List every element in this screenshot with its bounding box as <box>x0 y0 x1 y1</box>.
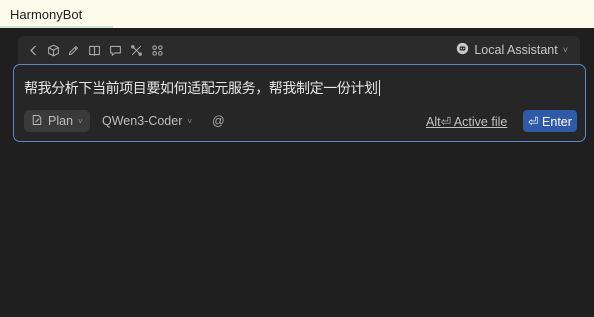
title-bar: HarmonyBot <box>0 0 594 28</box>
chevron-down-icon: ˅ <box>562 45 568 55</box>
grid-icon[interactable] <box>148 41 166 59</box>
window-tab[interactable]: HarmonyBot <box>0 0 113 28</box>
model-selector[interactable]: QWen3-Coder ˅ <box>102 110 192 132</box>
chevron-left-icon[interactable] <box>24 41 42 59</box>
plan-icon <box>31 114 43 129</box>
book-icon[interactable] <box>85 41 103 59</box>
mention-button[interactable]: @ <box>212 110 225 132</box>
prompt-input[interactable]: 帮我分析下当前项目要如何适配元服务，帮我制定一份计划 <box>24 78 575 98</box>
pencil-icon[interactable] <box>64 41 82 59</box>
assistant-label: Local Assistant <box>474 43 558 57</box>
mode-label: Plan <box>48 114 74 128</box>
chevron-down-icon: ˅ <box>187 116 193 126</box>
prompt-text: 帮我分析下当前项目要如何适配元服务，帮我制定一份计划 <box>24 81 378 97</box>
toolbar: Local Assistant ˅ <box>18 36 580 64</box>
assistant-icon <box>456 42 469 58</box>
text-caret <box>378 80 380 96</box>
mode-selector-button[interactable]: Plan ˅ <box>24 110 90 132</box>
prompt-input-box[interactable]: 帮我分析下当前项目要如何适配元服务，帮我制定一份计划 Plan ˅ QWen3-… <box>13 64 586 142</box>
tools-icon[interactable] <box>127 41 145 59</box>
assistant-selector[interactable]: Local Assistant ˅ <box>456 41 568 59</box>
model-label: QWen3-Coder <box>102 114 183 128</box>
chevron-down-icon: ˅ <box>78 116 83 126</box>
enter-button[interactable]: ⏎ Enter <box>523 110 577 132</box>
active-file-link[interactable]: Alt⏎ Active file <box>426 110 507 132</box>
cube-icon[interactable] <box>44 41 62 59</box>
chat-panel: Local Assistant ˅ 帮我分析下当前项目要如何适配元服务，帮我制定… <box>0 28 594 317</box>
chat-icon[interactable] <box>106 41 124 59</box>
